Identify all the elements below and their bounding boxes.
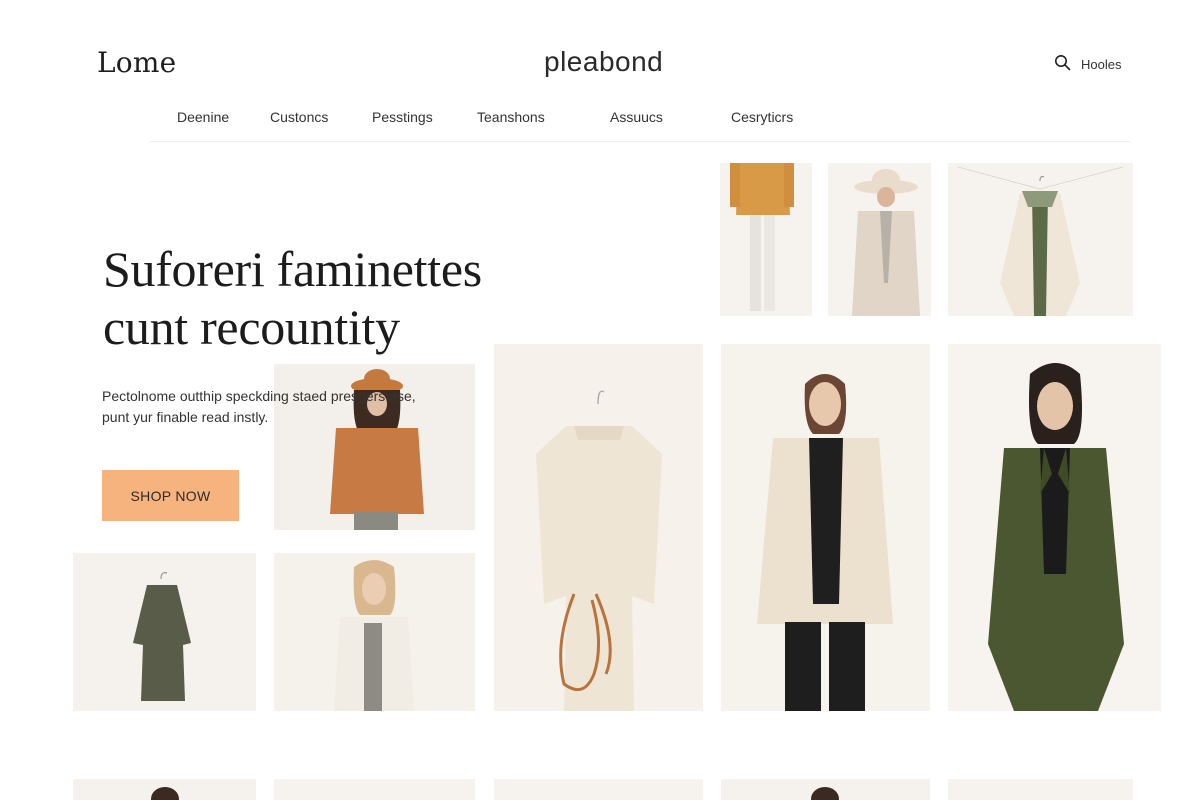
- product-card-teddy-coat[interactable]: [721, 344, 930, 711]
- product-card-mustard-cardigan[interactable]: [720, 163, 812, 316]
- product-image: [73, 553, 256, 711]
- nav-item-2[interactable]: Custoncs: [270, 109, 328, 125]
- hero-subtitle-line-1: Pectolnome outthip speckding staed presg…: [102, 388, 416, 404]
- product-image: [948, 779, 1133, 800]
- nav-item-3[interactable]: Pesstings: [372, 109, 433, 125]
- product-image: [948, 163, 1133, 316]
- brand-logo-left[interactable]: Lome: [97, 46, 176, 79]
- shop-now-button[interactable]: SHOP NOW: [102, 470, 239, 521]
- product-image: [948, 344, 1161, 711]
- product-image: [720, 163, 812, 316]
- product-card-bottom-1[interactable]: [73, 779, 256, 800]
- product-image: [274, 553, 475, 711]
- product-card-hat-coat[interactable]: [828, 163, 931, 316]
- nav-item-5[interactable]: Assuucs: [610, 109, 663, 125]
- main-nav: Deenine Custoncs Pesstings Teanshons Ass…: [0, 109, 1200, 129]
- hero-subtitle-line-2: punt yur finable read instly.: [102, 409, 269, 425]
- brand-logo-center[interactable]: pleabond: [544, 46, 663, 78]
- product-image: [721, 779, 930, 800]
- nav-item-6[interactable]: Cesryticrs: [731, 109, 793, 125]
- search-icon: [1054, 54, 1071, 74]
- product-card-bottom-3[interactable]: [494, 779, 703, 800]
- product-card-cream-jacket[interactable]: [948, 163, 1133, 316]
- search-label: Hooles: [1081, 56, 1122, 72]
- nav-item-1[interactable]: Deenine: [177, 109, 229, 125]
- product-card-bottom-5[interactable]: [948, 779, 1133, 800]
- product-image: [828, 163, 931, 316]
- hero-title-line-1: Suforeri faminettes: [103, 241, 482, 297]
- nav-divider: [150, 141, 1130, 142]
- hero-title-line-2: cunt recountity: [103, 299, 400, 355]
- product-image: [73, 779, 256, 800]
- search-link[interactable]: Hooles: [1054, 54, 1121, 74]
- product-image: [721, 344, 930, 711]
- product-card-white-cardigan[interactable]: [274, 553, 475, 711]
- hero-subtitle: Pectolnome outthip speckding staed presg…: [102, 386, 442, 428]
- hero-title: Suforeri faminettes cunt recountity: [103, 240, 533, 356]
- product-card-print-dress[interactable]: [73, 553, 256, 711]
- product-image: [274, 779, 475, 800]
- product-card-olive-coat[interactable]: [948, 344, 1161, 711]
- product-image: [494, 779, 703, 800]
- product-card-bottom-4[interactable]: [721, 779, 930, 800]
- product-card-cream-dress[interactable]: [494, 344, 703, 711]
- product-card-bottom-2[interactable]: [274, 779, 475, 800]
- nav-item-4[interactable]: Teanshons: [477, 109, 545, 125]
- product-image: [494, 344, 703, 711]
